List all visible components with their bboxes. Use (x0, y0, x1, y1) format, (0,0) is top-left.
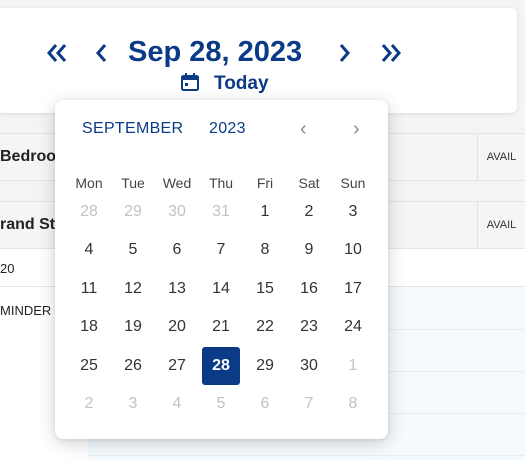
day-cell-outside-month: 7 (304, 395, 314, 412)
day-cell[interactable]: 16 (290, 270, 328, 308)
avail-column-header: AVAIL (477, 202, 525, 248)
day-cell[interactable]: 29 (246, 347, 284, 385)
day-cell-outside-month: 30 (168, 203, 186, 220)
next-month-button[interactable]: › (353, 119, 360, 139)
day-cell-selected[interactable]: 28 (202, 347, 240, 385)
day-cell[interactable]: 18 (70, 308, 108, 346)
day-cell[interactable]: 17 (334, 270, 372, 308)
double-chevron-left-icon[interactable] (44, 36, 70, 70)
chevron-right-icon[interactable] (334, 36, 354, 70)
day-cell[interactable]: 11 (70, 270, 108, 308)
day-cell[interactable]: 20 (158, 308, 196, 346)
day-cell[interactable]: 25 (70, 347, 108, 385)
day-cell-outside-month: 8 (348, 395, 358, 412)
day-cell[interactable]: 14 (202, 270, 240, 308)
month-selector[interactable]: SEPTEMBER (82, 120, 183, 138)
day-cell[interactable]: 3 (334, 193, 372, 231)
day-cell[interactable]: 19 (114, 308, 152, 346)
calendar-icon (180, 72, 200, 97)
day-cell[interactable]: 22 (246, 308, 284, 346)
day-cell-outside-month: 3 (128, 395, 138, 412)
chevron-left-icon[interactable] (92, 36, 112, 70)
row-value: 20 (0, 261, 15, 276)
current-date-title: Sep 28, 2023 (128, 36, 303, 68)
day-cell-outside-month: 29 (124, 203, 142, 220)
day-cell[interactable]: 8 (246, 231, 284, 269)
day-cell-outside-month: 2 (84, 395, 94, 412)
date-picker-popup: SEPTEMBER 2023 ‹ › Mon Tue Wed Thu Fri Sat Sun… (55, 100, 388, 439)
day-cell[interactable]: 6 (158, 231, 196, 269)
day-cell[interactable]: 12 (114, 270, 152, 308)
day-cell[interactable]: 4 (70, 231, 108, 269)
day-cell[interactable]: 26 (114, 347, 152, 385)
day-cell-outside-month: 1 (348, 357, 358, 374)
weekday-label: Wed (162, 175, 192, 191)
today-button[interactable]: Today (180, 72, 269, 96)
date-navigator: Sep 28, 2023 Today (0, 8, 517, 113)
day-cell[interactable]: 21 (202, 308, 240, 346)
weekday-label: Sat (298, 175, 320, 191)
day-cell[interactable]: 10 (334, 231, 372, 269)
weekday-label: Thu (208, 175, 234, 191)
day-cell[interactable]: 23 (290, 308, 328, 346)
double-chevron-right-icon[interactable] (378, 36, 404, 70)
today-label: Today (214, 73, 269, 94)
day-cell[interactable]: 7 (202, 231, 240, 269)
day-cell-outside-month: 6 (260, 395, 270, 412)
day-cell[interactable]: 24 (334, 308, 372, 346)
reminder-label: MINDER (0, 303, 52, 318)
day-cell[interactable]: 1 (246, 193, 284, 231)
day-cell-outside-month: 5 (216, 395, 226, 412)
year-selector[interactable]: 2023 (209, 120, 246, 138)
weekday-label: Sun (340, 175, 366, 191)
weekday-label: Fri (256, 175, 274, 191)
day-cell[interactable]: 30 (290, 347, 328, 385)
weekday-label: Tue (121, 175, 145, 191)
day-cell[interactable]: 2 (290, 193, 328, 231)
day-cell[interactable]: 9 (290, 231, 328, 269)
weekday-label: Mon (75, 175, 103, 191)
day-cell-outside-month: 28 (80, 203, 98, 220)
day-cell[interactable]: 5 (114, 231, 152, 269)
day-cell-outside-month: 4 (172, 395, 182, 412)
day-cell-outside-month: 31 (212, 203, 230, 220)
day-cell[interactable]: 15 (246, 270, 284, 308)
day-cell[interactable]: 13 (158, 270, 196, 308)
avail-column-header: AVAIL (477, 134, 525, 180)
day-cell[interactable]: 27 (158, 347, 196, 385)
prev-month-button[interactable]: ‹ (300, 119, 307, 139)
